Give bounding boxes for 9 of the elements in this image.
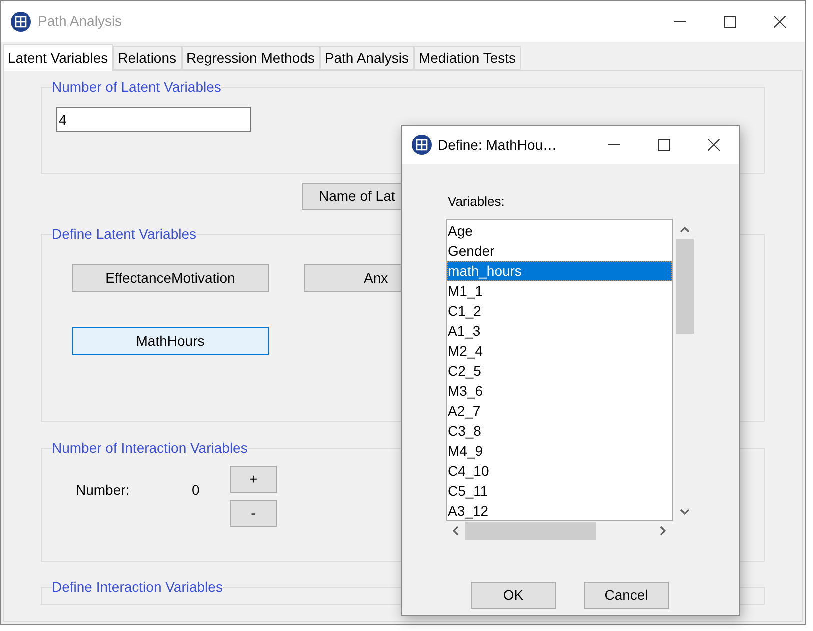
number-label: Number: — [76, 481, 131, 500]
group-title: Define Interaction Variables — [52, 578, 223, 597]
group-title: Number of Latent Variables — [52, 78, 222, 97]
variables-label: Variables: — [448, 193, 506, 211]
dialog-title: Define: MathHou… — [438, 136, 558, 154]
group-title: Define Latent Variables — [52, 225, 196, 244]
number-value: 0 — [192, 481, 201, 500]
group-title: Number of Interaction Variables — [52, 439, 248, 458]
window-title: Path Analysis — [38, 12, 122, 31]
